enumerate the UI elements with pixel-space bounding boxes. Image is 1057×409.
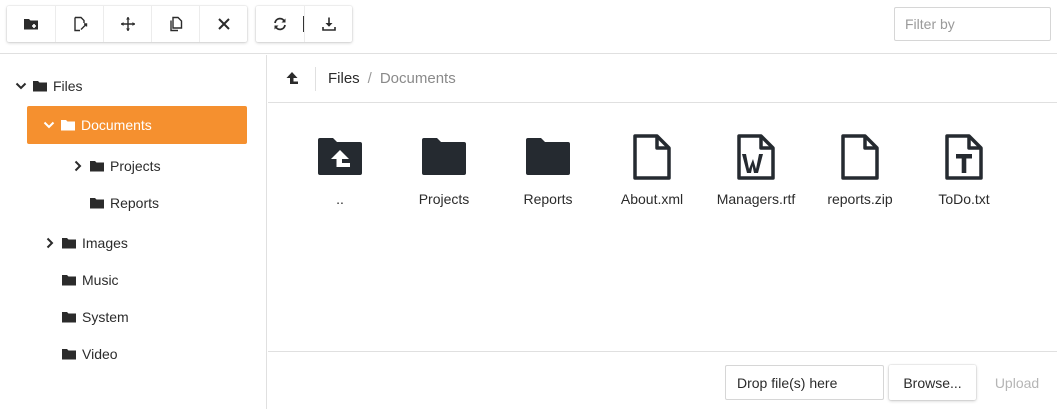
- tree-item-label: Music: [82, 272, 119, 288]
- file-item-parent[interactable]: ..: [290, 132, 390, 207]
- file-name: reports.zip: [827, 191, 893, 207]
- tree-item-music[interactable]: Music: [62, 261, 119, 299]
- chevron-right-icon[interactable]: [71, 159, 85, 173]
- breadcrumb-item-files[interactable]: Files: [328, 70, 360, 87]
- folder-up-icon: [315, 132, 365, 182]
- breadcrumb-item-documents[interactable]: Documents: [380, 70, 456, 87]
- file-icon: [835, 132, 885, 182]
- move-button[interactable]: [103, 6, 151, 42]
- new-folder-button[interactable]: [7, 6, 55, 42]
- download-icon: [321, 17, 336, 31]
- filter-input[interactable]: [894, 7, 1051, 41]
- delete-button[interactable]: [199, 6, 247, 42]
- drop-zone[interactable]: Drop file(s) here: [725, 365, 884, 400]
- move-icon: [120, 17, 135, 31]
- file-item-reports-zip[interactable]: reports.zip: [810, 132, 910, 207]
- folder-icon: [62, 311, 76, 323]
- tree-item-label: Projects: [110, 158, 161, 174]
- refresh-button[interactable]: [256, 6, 304, 42]
- file-item-projects[interactable]: Projects: [394, 132, 494, 207]
- main-pane: Files / Documents .. Projects Reports Ab…: [268, 55, 1057, 409]
- file-name: About.xml: [620, 191, 684, 207]
- tree-item-video[interactable]: Video: [62, 335, 118, 373]
- tree-item-label: Reports: [110, 195, 160, 211]
- tree-item-label: Documents: [81, 117, 152, 133]
- file-name: Managers.rtf: [716, 191, 796, 207]
- file-item-about-xml[interactable]: About.xml: [602, 132, 702, 207]
- navigate-up-button[interactable]: [268, 66, 316, 91]
- folder-icon: [90, 160, 104, 172]
- chevron-down-icon[interactable]: [42, 118, 56, 132]
- file-name: Projects: [418, 191, 470, 207]
- close-icon: [217, 18, 230, 30]
- browse-button[interactable]: Browse...: [889, 365, 976, 400]
- file-name: Reports: [523, 191, 573, 207]
- tree-item-label: Files: [53, 78, 83, 94]
- arrow-up-icon: [286, 71, 298, 84]
- file-item-todo-txt[interactable]: ToDo.txt: [914, 132, 1014, 207]
- tree-item-system[interactable]: System: [62, 298, 129, 336]
- chevron-right-icon[interactable]: [43, 236, 57, 250]
- copy-button[interactable]: [151, 6, 199, 42]
- rename-button[interactable]: [55, 6, 103, 42]
- upload-button[interactable]: Upload: [983, 365, 1051, 400]
- file-grid: .. Projects Reports About.xml Managers.r…: [268, 104, 1057, 351]
- view-actions-group: [256, 6, 352, 42]
- tree-item-documents[interactable]: Documents: [27, 106, 247, 144]
- breadcrumb-separator: /: [367, 70, 372, 87]
- breadcrumb: Files / Documents: [268, 55, 1057, 103]
- folder-tree: Files Documents Projects Reports Images …: [0, 55, 267, 409]
- folder-icon: [62, 274, 76, 286]
- folder-icon: [33, 80, 47, 92]
- folder-icon: [523, 132, 573, 182]
- file-actions-group: [7, 6, 247, 42]
- toolbar: [0, 0, 1057, 54]
- tree-item-files[interactable]: Files: [14, 67, 83, 105]
- file-item-managers-rtf[interactable]: Managers.rtf: [706, 132, 806, 207]
- folder-icon: [419, 132, 469, 182]
- tree-item-images[interactable]: Images: [43, 224, 128, 262]
- download-button[interactable]: [304, 6, 352, 42]
- chevron-down-icon[interactable]: [14, 79, 28, 93]
- word-document-icon: [731, 132, 781, 182]
- tree-item-label: System: [82, 309, 129, 325]
- new-folder-icon: [24, 19, 38, 30]
- copy-icon: [169, 16, 182, 32]
- folder-icon: [61, 119, 75, 131]
- tree-item-reports[interactable]: Reports: [90, 184, 159, 222]
- tree-item-projects[interactable]: Projects: [71, 147, 161, 185]
- rename-icon: [73, 16, 87, 32]
- upload-bar: Drop file(s) here Browse... Upload: [268, 351, 1057, 409]
- folder-icon: [62, 348, 76, 360]
- folder-icon: [90, 197, 104, 209]
- file-icon: [627, 132, 677, 182]
- folder-icon: [62, 237, 76, 249]
- refresh-icon: [274, 17, 286, 31]
- tree-item-label: Images: [82, 235, 128, 251]
- file-name: ToDo.txt: [938, 191, 990, 207]
- text-file-icon: [939, 132, 989, 182]
- file-name: ..: [336, 191, 344, 207]
- tree-item-label: Video: [82, 346, 118, 362]
- file-item-reports[interactable]: Reports: [498, 132, 598, 207]
- file-manager: Files Documents Projects: [0, 0, 1057, 409]
